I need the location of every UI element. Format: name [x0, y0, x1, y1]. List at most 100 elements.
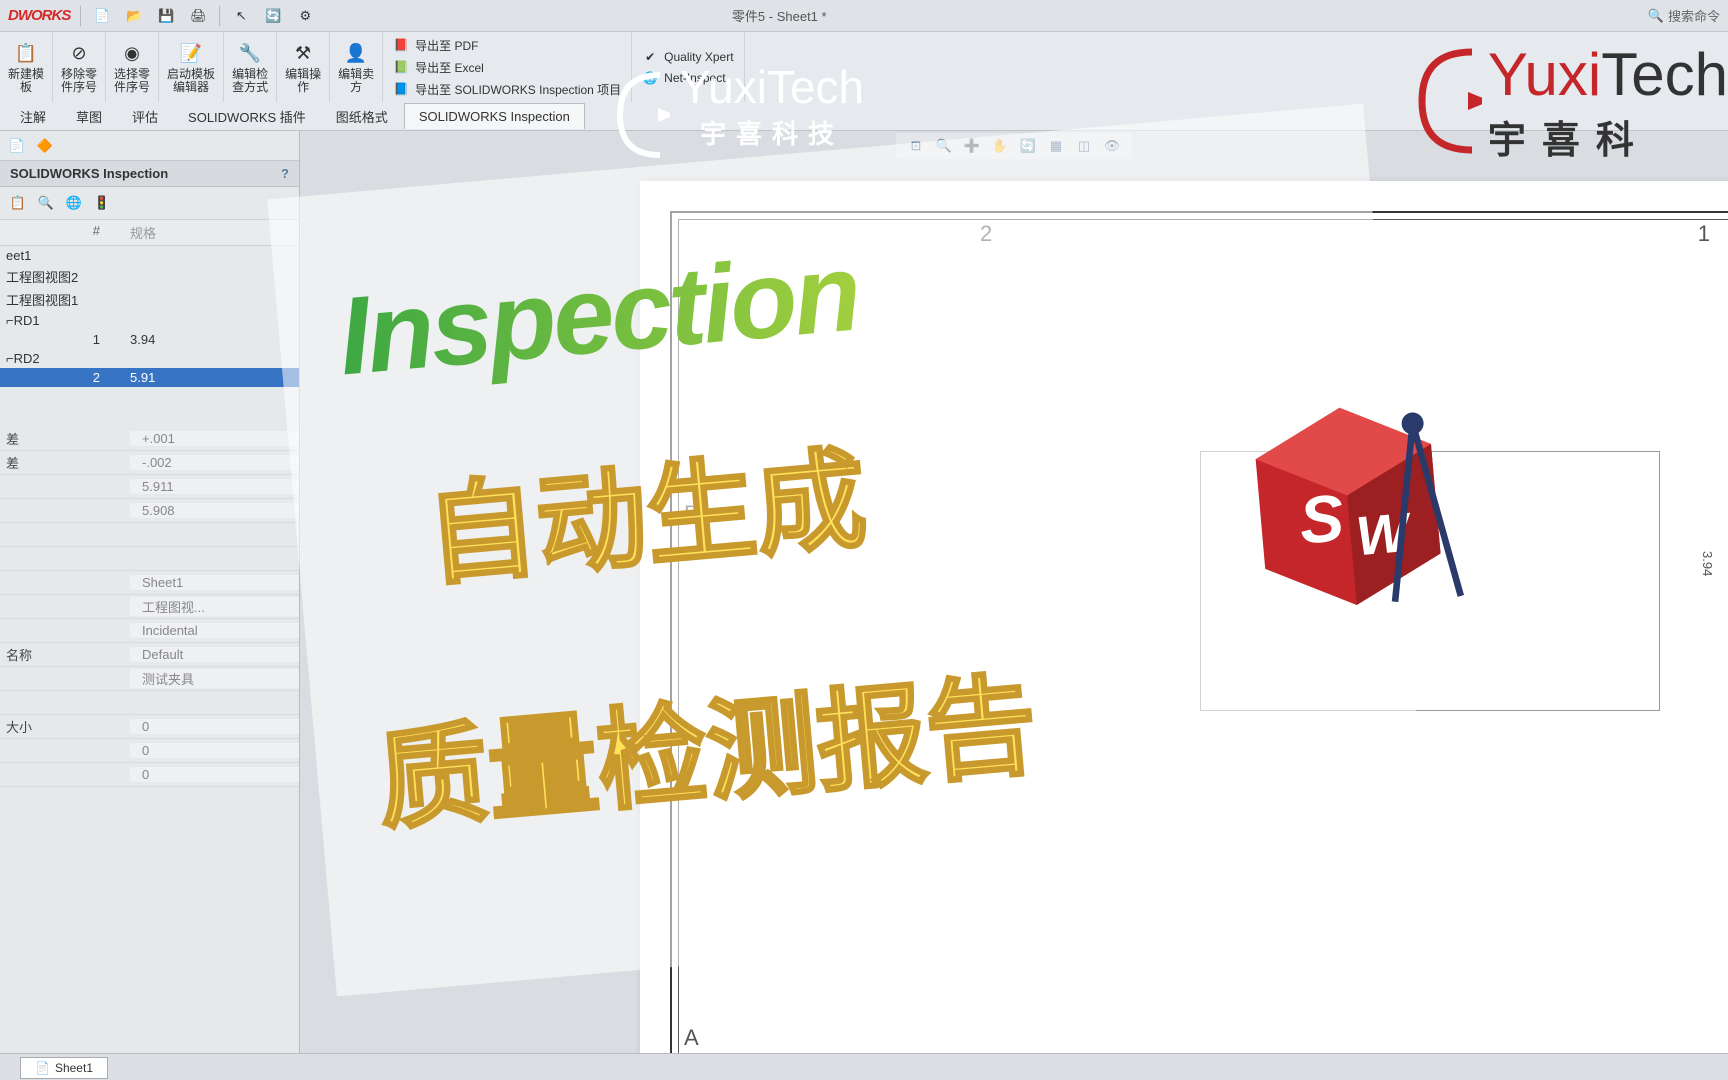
prop-row[interactable]: 差-.002: [0, 451, 299, 475]
drawing-canvas[interactable]: ⊡ 🔍 ➕ ✋ 🔄 ▦ ◫ 👁 2 1 B A B A 3.94: [300, 131, 1728, 1053]
save-icon[interactable]: 💾: [155, 5, 177, 27]
open-icon[interactable]: 📂: [123, 5, 145, 27]
new-icon[interactable]: 📄: [91, 5, 113, 27]
select-balloon-icon: ◉: [118, 40, 146, 68]
fm-tab-icon[interactable]: 📄: [6, 135, 28, 157]
rib-remove-balloon[interactable]: ⊘移除零 件序号: [53, 32, 106, 102]
prop-value: 0: [130, 767, 299, 782]
char-val: 3.94: [110, 332, 299, 347]
tool-icon[interactable]: 🔍: [34, 191, 58, 215]
tree-rd1[interactable]: ⌐RD1: [0, 311, 299, 330]
pdf-icon: 📕: [393, 37, 409, 53]
prop-row[interactable]: 大小0: [0, 715, 299, 739]
rib-launch-editor[interactable]: 📝启动模板 编辑器: [159, 32, 224, 102]
tab-addins[interactable]: SOLIDWORKS 插件: [174, 102, 320, 131]
print-icon[interactable]: 🖨: [187, 5, 209, 27]
col-number: #: [0, 223, 110, 242]
search-command[interactable]: 🔍 搜索命令: [1648, 6, 1720, 25]
prop-row[interactable]: Incidental: [0, 619, 299, 643]
tool-icon[interactable]: 📋: [6, 191, 30, 215]
rib-edit-operation[interactable]: ⚒编辑操 作: [277, 32, 330, 102]
rebuild-icon[interactable]: 🔄: [262, 5, 284, 27]
help-icon[interactable]: ?: [281, 166, 289, 181]
tab-evaluate[interactable]: 评估: [118, 102, 172, 131]
ribbon: 📋新建模 板 ⊘移除零 件序号 ◉选择零 件序号 📝启动模板 编辑器 🔧编辑检 …: [0, 32, 1728, 131]
export-project[interactable]: 📘导出至 SOLIDWORKS Inspection 项目: [393, 81, 621, 98]
editor-icon: 📝: [177, 40, 205, 68]
rib-edit-method[interactable]: 🔧编辑检 查方式: [224, 32, 277, 102]
vendor-icon: 👤: [342, 40, 370, 68]
prop-value: -.002: [130, 455, 299, 470]
zoom-in-icon[interactable]: ➕: [962, 136, 982, 156]
display-icon[interactable]: ▦: [1046, 136, 1066, 156]
ribbon-export-group: 📕导出至 PDF 📗导出至 Excel 📘导出至 SOLIDWORKS Insp…: [383, 32, 632, 102]
prop-value: 5.911: [130, 479, 299, 494]
view-icon[interactable]: 👁: [1102, 136, 1122, 156]
prop-row[interactable]: 5.911: [0, 475, 299, 499]
rib-label: 启动模板 编辑器: [167, 68, 215, 94]
tree-sheet[interactable]: eet1: [0, 246, 299, 265]
prop-row[interactable]: 0: [0, 739, 299, 763]
net-inspect[interactable]: 🌐Net-Inspect: [642, 70, 733, 86]
char-num: 1: [0, 332, 110, 347]
rib-label: 编辑卖 方: [338, 68, 374, 94]
prop-value: 0: [130, 743, 299, 758]
export-excel[interactable]: 📗导出至 Excel: [393, 59, 621, 76]
tab-inspection[interactable]: SOLIDWORKS Inspection: [404, 103, 585, 129]
panel-title-text: SOLIDWORKS Inspection: [10, 166, 168, 181]
rotate-icon[interactable]: 🔄: [1018, 136, 1038, 156]
prop-row[interactable]: 测试夹具: [0, 667, 299, 691]
drawing-sheet: 2 1 B A B A 3.94 UNLESS OTHERWISE SPECIF…: [640, 181, 1728, 1053]
prop-row[interactable]: 差+.001: [0, 427, 299, 451]
tree-view2[interactable]: 工程图视图2: [0, 265, 299, 288]
separator: [80, 6, 81, 26]
tab-sketch[interactable]: 草图: [62, 102, 116, 131]
tool-icon[interactable]: 🚦: [90, 191, 114, 215]
prop-row[interactable]: [0, 547, 299, 571]
prop-row[interactable]: 5.908: [0, 499, 299, 523]
pan-icon[interactable]: ✋: [990, 136, 1010, 156]
zoom-fit-icon[interactable]: ⊡: [906, 136, 926, 156]
remove-balloon-icon: ⊘: [65, 40, 93, 68]
export-pdf[interactable]: 📕导出至 PDF: [393, 37, 621, 54]
app-root: DWORKS 📄 📂 💾 🖨 ↖ 🔄 ⚙ 零件5 - Sheet1 * 🔍 搜索…: [0, 0, 1728, 1080]
export-label: 导出至 Excel: [415, 59, 484, 76]
prop-value: +.001: [130, 431, 299, 446]
prop-row[interactable]: 名称Default: [0, 643, 299, 667]
tree-view1[interactable]: 工程图视图1: [0, 288, 299, 311]
sheet-tab[interactable]: 📄 Sheet1: [20, 1057, 108, 1079]
fm-tab-icon[interactable]: 🔶: [34, 135, 56, 157]
connect-label: Net-Inspect: [664, 71, 725, 85]
rib-new-template[interactable]: 📋新建模 板: [0, 32, 53, 102]
zone-a-left: A: [684, 1025, 699, 1051]
zone-2-top: 2: [980, 221, 992, 247]
document-title: 零件5 - Sheet1 *: [732, 6, 827, 25]
zoom-area-icon[interactable]: 🔍: [934, 136, 954, 156]
rib-label: 选择零 件序号: [114, 68, 150, 94]
tab-sheet-format[interactable]: 图纸格式: [322, 102, 402, 131]
tree-rd2[interactable]: ⌐RD2: [0, 349, 299, 368]
prop-row[interactable]: [0, 691, 299, 715]
body: 📄 🔶 SOLIDWORKS Inspection ? 📋 🔍 🌐 🚦 # 规格…: [0, 131, 1728, 1053]
prop-row[interactable]: 0: [0, 763, 299, 787]
char-row-1[interactable]: 13.94: [0, 330, 299, 349]
prop-row[interactable]: [0, 523, 299, 547]
section-icon[interactable]: ◫: [1074, 136, 1094, 156]
operation-icon: ⚒: [289, 40, 317, 68]
quality-xpert[interactable]: ✔Quality Xpert: [642, 49, 733, 65]
rib-edit-vendor[interactable]: 👤编辑卖 方: [330, 32, 383, 102]
rib-select-balloon[interactable]: ◉选择零 件序号: [106, 32, 159, 102]
inspection-panel-header: SOLIDWORKS Inspection ?: [0, 161, 299, 187]
prop-label: 差: [0, 453, 130, 472]
char-row-2[interactable]: 25.91: [0, 368, 299, 387]
tool-icon[interactable]: 🌐: [62, 191, 86, 215]
prop-row[interactable]: Sheet1: [0, 571, 299, 595]
view-toolbar: ⊡ 🔍 ➕ ✋ 🔄 ▦ ◫ 👁: [896, 133, 1132, 159]
export-label: 导出至 SOLIDWORKS Inspection 项目: [415, 81, 621, 98]
tab-annotate[interactable]: 注解: [6, 102, 60, 131]
cursor-icon[interactable]: ↖: [230, 5, 252, 27]
connect-label: Quality Xpert: [664, 50, 733, 64]
options-icon[interactable]: ⚙: [294, 5, 316, 27]
prop-label: 大小: [0, 717, 130, 736]
prop-row[interactable]: 工程图视...: [0, 595, 299, 619]
